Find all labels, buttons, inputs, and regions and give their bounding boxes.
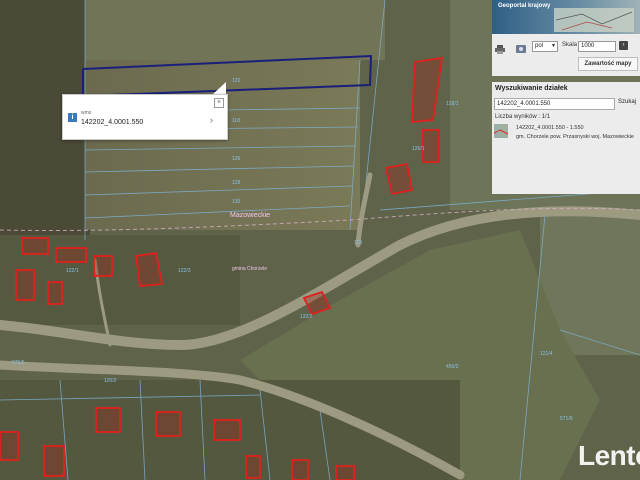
- parcel-number: 122/1: [66, 268, 79, 274]
- search-title: Wyszukiwanie działek: [495, 85, 568, 92]
- parcel-number: 130: [232, 199, 241, 205]
- parcel-number: 132/2: [300, 314, 313, 320]
- parcel-number: 571/9: [560, 416, 573, 422]
- parcel-number: 456/2: [446, 364, 459, 370]
- field-top: [85, 0, 385, 60]
- close-icon[interactable]: ×: [214, 98, 224, 108]
- parcel-number: 128: [232, 180, 241, 186]
- results-count: Liczba wyników : 1/1: [495, 114, 551, 120]
- result-description: gm. Chorzele pow. Przasnyski woj. Mazowi…: [516, 134, 634, 140]
- parcel-number: 118: [232, 118, 240, 124]
- popup-parcel-id: 142202_4.0001.550: [81, 119, 144, 126]
- scale-mode-select[interactable]: pol ▼: [532, 41, 558, 52]
- lento-watermark: Lento: [578, 440, 640, 471]
- parcel-icon: [493, 123, 509, 139]
- search-result-item[interactable]: 142202_4.0001.550 - 1.550 gm. Chorzele p…: [493, 123, 640, 146]
- portal-title: Geoportal krajowy: [498, 3, 551, 9]
- go-icon[interactable]: ›: [619, 41, 628, 50]
- scale-input[interactable]: 1000: [578, 41, 616, 52]
- info-icon: i: [68, 113, 77, 122]
- scale-mode-value: pol: [535, 43, 544, 49]
- parcel-number: 120: [232, 78, 241, 84]
- print-icon[interactable]: [495, 41, 505, 54]
- parcel-number: 126: [232, 156, 241, 162]
- parcel-info-popup[interactable]: × i wms 142202_4.0001.550 ›: [62, 94, 228, 140]
- parcel-number: 575/6: [12, 360, 25, 366]
- search-button[interactable]: Szukaj: [618, 99, 636, 105]
- map-contents-button[interactable]: Zawartość mapy: [578, 57, 638, 71]
- parcel-search-panel: Wyszukiwanie działek 142202_4.0001.550 S…: [492, 82, 640, 194]
- scale-label: Skala: [562, 42, 578, 48]
- parcel-number: 122/3: [178, 268, 191, 274]
- chevron-right-icon[interactable]: ›: [210, 115, 213, 125]
- parcel-number: 126/1: [412, 146, 425, 152]
- parcel-number: 121/4: [540, 351, 553, 357]
- region-label: Mazowieckie: [230, 212, 270, 219]
- parcel-search-input[interactable]: 142202_4.0001.550: [494, 98, 615, 110]
- chevron-down-icon: ▼: [551, 43, 556, 49]
- parcel-number: 128/1: [446, 101, 459, 107]
- result-parcel-id: 142202_4.0001.550 - 1.550: [516, 125, 584, 131]
- view-icon[interactable]: [516, 41, 526, 53]
- parcel-number: 120/2: [104, 378, 117, 384]
- commune-label: gmina Chorzele: [232, 266, 267, 272]
- map-toolbar: Geoportal krajowy pol ▼ Skala 1000 › Zawa…: [492, 0, 640, 76]
- portal-banner[interactable]: Geoportal krajowy: [492, 0, 640, 34]
- parcel-number: 113: [354, 240, 362, 246]
- popup-sub-label: wms: [81, 110, 92, 116]
